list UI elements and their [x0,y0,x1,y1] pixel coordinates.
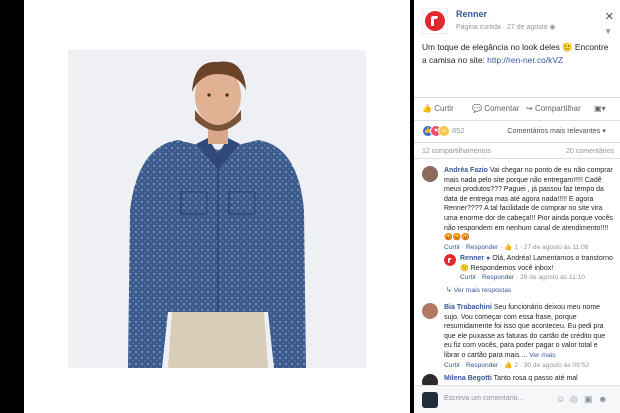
see-more-replies-link[interactable]: ↳ Ver mais respostas [446,286,511,296]
comment-author[interactable]: Bia Trabachini [444,304,492,311]
post-actions: 👍 Curtir 💬 Comentar ↪ Compartilhar ▣▾ [422,101,614,117]
see-more-replies-label: Ver mais respostas [453,287,512,294]
like-button[interactable]: 👍 Curtir [422,104,454,113]
see-more-link[interactable]: Ver mais [529,352,555,359]
comment-meta: Curtir · Responder · 👍 2 · 30 de agosto … [444,361,590,369]
post-text: Um toque de elegância no look deles 🙂 En… [422,41,614,66]
engagement-counts: 12 compartilhamentos 20 comentários [422,148,614,155]
comment-sort-label: Comentários mais relevantes [507,126,601,135]
comment-author[interactable]: Milena Begotti [444,375,492,382]
comment: Bia Trabachini Seu funcionário deixou me… [444,303,614,370]
thumbs-up-icon: 👍 [422,104,435,113]
page-type: Página curtida [456,24,501,31]
gif-icon[interactable]: ▣ [584,394,593,405]
comment-composer: Escreva um comentário... ☺ ◎ ▣ ☻ [414,385,620,413]
model-photo[interactable] [68,50,366,368]
divider [414,97,620,98]
photo-viewer-stage [0,0,414,413]
comment-like-link[interactable]: Curtir [444,362,460,369]
profile-thumb-icon: ▣ [594,104,602,113]
chevron-down-icon[interactable]: ▼ [604,27,612,36]
share-button[interactable]: ↪ Compartilhar [526,104,581,113]
like-count-badge[interactable]: 👍 2 [504,362,518,369]
comment-like-link[interactable]: Curtir [460,274,476,281]
camera-icon[interactable]: ◎ [570,394,578,405]
comment-author[interactable]: Renner [460,255,484,262]
comment-reply-link[interactable]: Responder [482,274,514,281]
like-label: Curtir [434,104,454,113]
post-header: Renner Página curtida · 27 de agosto ◉ ✕… [422,6,614,36]
comment-sort-dropdown[interactable]: Comentários mais relevantes ▾ [507,126,606,135]
avatar[interactable] [444,254,456,266]
audience-selector[interactable]: ▣▾ [594,104,606,113]
reactions-bar: 👍 ♥ o 852 Comentários mais relevantes ▾ [422,125,614,137]
avatar[interactable] [422,303,438,319]
thumbs-up-icon: 👍 [504,361,513,369]
caret-down-icon: ▾ [601,104,606,113]
page-name[interactable]: Renner [456,9,487,19]
share-count[interactable]: 12 compartilhamentos [422,148,491,155]
post-meta: Página curtida · 27 de agosto ◉ [456,23,556,31]
comment-meta: Curtir · Responder · 28 de agosto às 11:… [460,274,585,282]
comment-reply-link[interactable]: Responder [466,362,498,369]
comment-count[interactable]: 20 comentários [566,148,614,155]
comment-time[interactable]: 30 de agosto às 09:52 [524,362,589,369]
verified-icon: ● [486,255,491,262]
thumbs-up-icon: 👍 [504,243,513,251]
comment-button[interactable]: 💬 Comentar [472,104,519,113]
divider [414,142,620,143]
comment-reply-link[interactable]: Responder [466,244,498,251]
caret-down-icon: ▾ [600,126,606,135]
comment-text: Tanto rosa q passo até mal [493,375,578,382]
comment-like-count: 1 [514,243,518,251]
post-date[interactable]: 27 de agosto [507,24,547,31]
comment-input[interactable]: Escreva um comentário... [444,395,523,402]
comment-emojis: 😡😡😡 [444,234,471,242]
comment: Andréa Fazio Vai chegar no ponto de eu n… [444,166,614,252]
photo-frame [24,0,410,413]
avatar[interactable] [422,166,438,182]
comment-time[interactable]: 27 de agosto às 11:08 [524,244,589,251]
wow-reaction-icon[interactable]: o [438,125,450,137]
divider [414,120,620,121]
comment-reply: Renner ● Olá, Andréa! Lamentamos o trans… [460,254,614,283]
comment-author[interactable]: Andréa Fazio [444,167,488,174]
reaction-count[interactable]: 852 [452,126,465,135]
renner-logo[interactable] [422,8,448,34]
comment: Milena Begotti Tanto rosa q passo até ma… [444,374,614,384]
comment-time[interactable]: 28 de agosto às 11:10 [520,274,585,281]
comment-label: Comentar [484,104,520,113]
comment-like-link[interactable]: Curtir [444,244,460,251]
reply-arrow-icon: ↳ [446,287,454,294]
share-label: Compartilhar [534,104,581,113]
post-link[interactable]: http://ren-ner.co/kVZ [487,55,563,65]
sticker-icon[interactable]: ☻ [598,394,607,404]
avatar [422,392,438,408]
share-icon: ↪ [526,104,535,113]
emoji-icon[interactable]: ☺ [556,394,565,404]
divider [414,158,620,159]
comment-icon: 💬 [472,104,485,113]
close-icon[interactable]: ✕ [605,10,614,23]
comment-like-count: 2 [514,361,518,369]
comment-text: Vai chegar no ponto de eu não comprar ma… [444,167,613,232]
post-side-panel: Renner Página curtida · 27 de agosto ◉ ✕… [414,0,620,413]
comment-meta: Curtir · Responder · 👍 1 · 27 de agosto … [444,243,589,251]
globe-icon: ◉ [549,24,556,31]
comment-text: Seu funcionário deixou meu nome sujo. Vo… [444,304,606,359]
like-count-badge[interactable]: 👍 1 [504,244,518,251]
